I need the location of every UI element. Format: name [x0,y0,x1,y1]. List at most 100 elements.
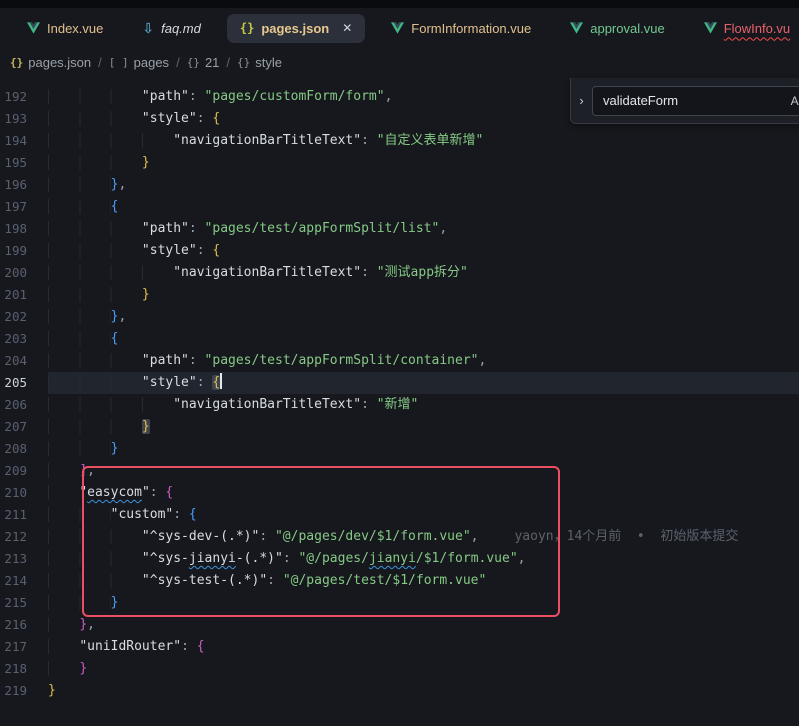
code-token: : [173,507,189,522]
line-number: 215 [0,592,48,614]
close-tab-icon[interactable]: ✕ [342,21,352,35]
line-number: 206 [0,394,48,416]
code-token: } [79,661,87,676]
code-token: "style" [142,243,197,258]
code-token: jianyi [369,551,416,566]
code-token [48,199,111,214]
code-token [48,485,79,500]
match-case-button[interactable]: Aa [787,90,799,112]
code-token: } [48,683,56,698]
code-content: "style": { [48,372,799,394]
code-token: : [259,529,275,544]
code-token: "@/pages/ [298,551,368,566]
breadcrumb-label: pages.json [28,55,91,70]
code-line[interactable]: 201 } [0,284,799,306]
code-token: "pages/test/appFormSplit/container" [205,353,479,368]
code-token: { [212,111,220,126]
code-content: "navigationBarTitleText": "测试app拆分" [48,262,799,284]
code-content: "path": "pages/test/appFormSplit/list", [48,218,799,240]
tab-label: approval.vue [590,21,664,36]
line-number: 200 [0,262,48,284]
tab-faq.md[interactable]: ⇩faq.md [129,13,213,44]
code-line[interactable]: 209 ], [0,460,799,482]
code-token: "style" [142,111,197,126]
code-line[interactable]: 203 { [0,328,799,350]
line-number: 208 [0,438,48,460]
code-content: "style": { [48,240,799,262]
code-token: , [385,89,393,104]
line-number: 199 [0,240,48,262]
code-line[interactable]: 210 "easycom": { [0,482,799,504]
code-line[interactable]: 212 "^sys-dev-(.*)": "@/pages/dev/$1/for… [0,526,799,548]
code-line[interactable]: 213 "^sys-jianyi-(.*)": "@/pages/jianyi/… [0,548,799,570]
code-line[interactable]: 199 "style": { [0,240,799,262]
breadcrumb: {}pages.json/[ ]pages/{}21/{}style [0,48,799,76]
code-token: : [267,573,283,588]
code-token: "^sys-test-(.*)" [142,573,267,588]
code-line[interactable]: 217 "uniIdRouter": { [0,636,799,658]
code-lines: 192 "path": "pages/customForm/form",193 … [0,86,799,702]
code-line[interactable]: 214 "^sys-test-(.*)": "@/pages/test/$1/f… [0,570,799,592]
tab-bar: Index.vue ⇩faq.md {}pages.json✕ FormInforma… [0,8,799,48]
array-symbol-icon: [ ] [109,56,129,69]
code-line[interactable]: 208 } [0,438,799,460]
tab-FlowInfo.vu[interactable]: FlowInfo.vu [691,14,799,43]
tab-Index.vue[interactable]: Index.vue [14,14,116,43]
code-line[interactable]: 195 } [0,152,799,174]
code-line[interactable]: 215 } [0,592,799,614]
code-token: "^sys-dev-(.*)" [142,529,259,544]
code-line[interactable]: 218 } [0,658,799,680]
line-number: 198 [0,218,48,240]
tab-label: FormInformation.vue [411,21,531,36]
code-content: "uniIdRouter": { [48,636,799,658]
code-line[interactable]: 205 "style": { [0,372,799,394]
line-number: 196 [0,174,48,196]
breadcrumb-item-style[interactable]: {}style [235,55,284,70]
code-token: } [142,419,150,434]
code-token [48,617,79,632]
code-line[interactable]: 204 "path": "pages/test/appFormSplit/con… [0,350,799,372]
code-line[interactable]: 211 "custom": { [0,504,799,526]
find-input[interactable] [593,93,787,108]
match-case-button-label: Aa [791,94,799,108]
code-token: , [471,529,479,544]
code-line[interactable]: 202 }, [0,306,799,328]
code-content: }, [48,614,799,636]
code-token [48,595,111,610]
code-line[interactable]: 200 "navigationBarTitleText": "测试app拆分" [0,262,799,284]
breadcrumb-item-pages[interactable]: [ ]pages [107,55,171,70]
editor[interactable]: 192 "path": "pages/customForm/form",193 … [0,76,799,702]
code-line[interactable]: 194 "navigationBarTitleText": "自定义表单新增" [0,130,799,152]
code-content: } [48,680,799,702]
line-number: 194 [0,130,48,152]
breadcrumb-item-21[interactable]: {}21 [185,55,222,70]
window-top-edge [0,0,799,8]
code-token [48,419,142,434]
code-token: "新增" [377,397,419,412]
code-token: "path" [142,221,189,236]
code-token [48,441,111,456]
code-line[interactable]: 197 { [0,196,799,218]
git-blame-annotation: yaoyn，14个月前 • 初始版本提交 [514,529,738,544]
code-token: , [87,617,95,632]
code-content: "custom": { [48,504,799,526]
expand-replace-button[interactable]: › [571,93,592,108]
code-line[interactable]: 198 "path": "pages/test/appFormSplit/lis… [0,218,799,240]
code-content: } [48,284,799,306]
code-token: jianyi [189,551,236,566]
code-token: } [79,617,87,632]
code-token [48,243,142,258]
code-line[interactable]: 207 } [0,416,799,438]
code-line[interactable]: 219} [0,680,799,702]
tab-FormInformation.vue[interactable]: FormInformation.vue [378,14,544,43]
line-number: 207 [0,416,48,438]
code-token [48,375,142,390]
tab-approval.vue[interactable]: approval.vue [557,14,677,43]
code-line[interactable]: 216 }, [0,614,799,636]
breadcrumb-item-pages.json[interactable]: {}pages.json [8,55,93,70]
code-line[interactable]: 206 "navigationBarTitleText": "新增" [0,394,799,416]
breadcrumb-label: 21 [205,55,219,70]
tab-pages.json[interactable]: {}pages.json✕ [227,14,365,43]
code-line[interactable]: 196 }, [0,174,799,196]
code-token [48,89,142,104]
